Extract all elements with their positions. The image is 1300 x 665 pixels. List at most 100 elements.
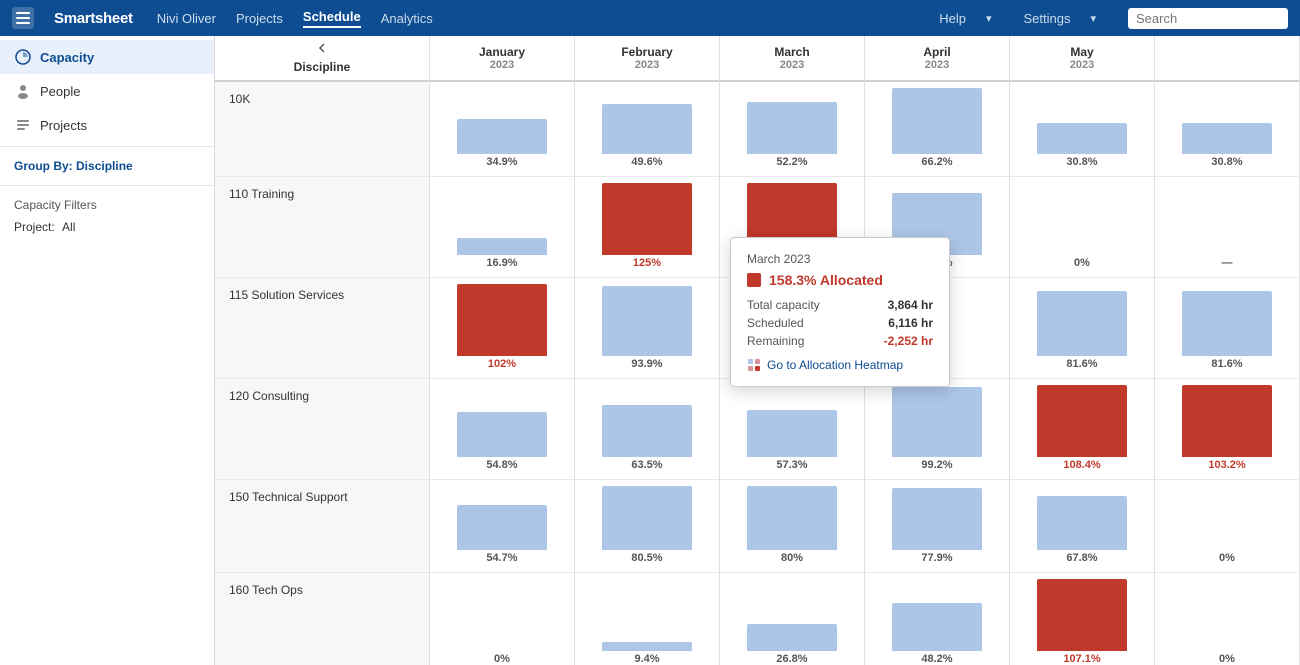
- help-chevron-icon: ▾: [986, 12, 992, 25]
- project-value: All: [62, 220, 75, 234]
- header-extra: [1155, 36, 1300, 82]
- data-cell-3-0[interactable]: 54.8%: [430, 379, 575, 480]
- pct-label-3-5: 103.2%: [1208, 459, 1245, 473]
- data-cell-4-2[interactable]: 80%: [720, 480, 865, 573]
- bar-container-5-2: [728, 579, 856, 653]
- data-cell-4-3[interactable]: 77.9%: [865, 480, 1010, 573]
- sidebar: Capacity People Projects Group By: Disci…: [0, 36, 215, 665]
- data-cell-0-2[interactable]: 52.2%: [720, 82, 865, 177]
- data-cell-1-1[interactable]: 125%: [575, 177, 720, 278]
- data-cell-4-5[interactable]: 0%: [1155, 480, 1300, 573]
- bar-container-4-2: [728, 486, 856, 552]
- pct-label-4-3: 77.9%: [921, 552, 952, 566]
- pct-label-1-4: 0%: [1074, 257, 1090, 271]
- pct-label-0-1: 49.6%: [631, 156, 662, 170]
- data-cell-0-3[interactable]: 66.2%: [865, 82, 1010, 177]
- data-cell-2-4[interactable]: 81.6%: [1010, 278, 1155, 379]
- pct-label-4-0: 54.7%: [486, 552, 517, 566]
- bar-container-4-0: [438, 486, 566, 552]
- header-month-4: May2023: [1010, 36, 1155, 82]
- sidebar-item-people[interactable]: People: [0, 74, 214, 108]
- bar-2-5: [1182, 291, 1272, 356]
- data-cell-5-4[interactable]: 107.1%: [1010, 573, 1155, 665]
- bar-3-3: [892, 387, 982, 457]
- data-cell-2-5[interactable]: 81.6%: [1155, 278, 1300, 379]
- data-cell-0-0[interactable]: 34.9%: [430, 82, 575, 177]
- nav-schedule[interactable]: Schedule: [303, 9, 361, 28]
- pct-label-4-1: 80.5%: [631, 552, 662, 566]
- data-cell-0-1[interactable]: 49.6%: [575, 82, 720, 177]
- data-cell-1-2[interactable]: 158.3% March 2023 158.3% Allocated Total…: [720, 177, 865, 278]
- bar-4-2: [747, 486, 837, 550]
- tooltip-key-total: Total capacity: [747, 298, 820, 312]
- data-cell-2-1[interactable]: 93.9%: [575, 278, 720, 379]
- data-cell-5-1[interactable]: 9.4%: [575, 573, 720, 665]
- settings-button[interactable]: Settings: [1023, 11, 1070, 26]
- bar-container-4-4: [1018, 486, 1146, 552]
- settings-chevron-icon: ▾: [1090, 12, 1096, 25]
- group-by: Group By: Discipline: [0, 151, 214, 181]
- allocation-heatmap-link[interactable]: Go to Allocation Heatmap: [747, 358, 933, 372]
- bar-container-3-4: [1018, 385, 1146, 459]
- bar-container-1-0: [438, 183, 566, 257]
- bar-4-3: [892, 488, 982, 550]
- data-cell-4-4[interactable]: 67.8%: [1010, 480, 1155, 573]
- data-cell-3-1[interactable]: 63.5%: [575, 379, 720, 480]
- bar-5-2: [747, 624, 837, 651]
- data-cell-5-3[interactable]: 48.2%: [865, 573, 1010, 665]
- data-cell-4-1[interactable]: 80.5%: [575, 480, 720, 573]
- row-label-4: 150 Technical Support: [215, 480, 430, 573]
- data-cell-1-4[interactable]: 0%: [1010, 177, 1155, 278]
- bar-container-2-0: [438, 284, 566, 358]
- data-cell-5-0[interactable]: 0%: [430, 573, 575, 665]
- tooltip-pct-label: 158.3% Allocated: [769, 272, 883, 288]
- sidebar-item-capacity[interactable]: Capacity: [0, 40, 214, 74]
- nav-analytics[interactable]: Analytics: [381, 11, 433, 26]
- bar-5-1: [602, 642, 692, 651]
- month-label-4: May: [1070, 45, 1093, 59]
- tooltip-dot: [747, 273, 761, 287]
- tooltip-total-capacity: Total capacity 3,864 hr: [747, 298, 933, 312]
- back-button[interactable]: [310, 42, 334, 54]
- bar-2-1: [602, 286, 692, 356]
- logo-icon[interactable]: [12, 7, 34, 29]
- data-cell-3-5[interactable]: 103.2%: [1155, 379, 1300, 480]
- row-label-5: 160 Tech Ops: [215, 573, 430, 665]
- data-cell-5-2[interactable]: 26.8%: [720, 573, 865, 665]
- heatmap-link-label: Go to Allocation Heatmap: [767, 358, 903, 372]
- pct-label-5-0: 0%: [494, 653, 510, 665]
- pct-label-0-4: 30.8%: [1066, 156, 1097, 170]
- pct-label-4-2: 80%: [781, 552, 803, 566]
- bar-0-4: [1037, 123, 1127, 154]
- data-cell-2-0[interactable]: 102%: [430, 278, 575, 379]
- data-cell-3-2[interactable]: 57.3%: [720, 379, 865, 480]
- help-button[interactable]: Help: [939, 11, 966, 26]
- data-cell-3-4[interactable]: 108.4%: [1010, 379, 1155, 480]
- data-cell-0-5[interactable]: 30.8%: [1155, 82, 1300, 177]
- search-input[interactable]: [1128, 8, 1288, 29]
- pct-label-3-0: 54.8%: [486, 459, 517, 473]
- sidebar-item-projects[interactable]: Projects: [0, 108, 214, 142]
- pct-label-1-0: 16.9%: [486, 257, 517, 271]
- data-cell-3-3[interactable]: 99.2%: [865, 379, 1010, 480]
- tooltip-key-sched: Scheduled: [747, 316, 804, 330]
- data-cell-5-5[interactable]: 0%: [1155, 573, 1300, 665]
- nav-projects[interactable]: Projects: [236, 11, 283, 26]
- data-cell-0-4[interactable]: 30.8%: [1010, 82, 1155, 177]
- capacity-filters-label[interactable]: Capacity Filters: [0, 190, 214, 216]
- pct-label-0-3: 66.2%: [921, 156, 952, 170]
- main-layout: Capacity People Projects Group By: Disci…: [0, 36, 1300, 665]
- bar-3-2: [747, 410, 837, 457]
- data-cell-1-0[interactable]: 16.9%: [430, 177, 575, 278]
- bar-3-5: [1182, 385, 1272, 457]
- row-label-1: 110 Training: [215, 177, 430, 278]
- main-content: Discipline January2023February2023March2…: [215, 36, 1300, 665]
- brand-name[interactable]: Smartsheet: [54, 10, 133, 27]
- user-name[interactable]: Nivi Oliver: [157, 11, 216, 26]
- bar-container-5-5: [1163, 579, 1291, 653]
- data-cell-1-5[interactable]: —: [1155, 177, 1300, 278]
- project-all: Project: All: [0, 216, 214, 242]
- pct-label-0-2: 52.2%: [776, 156, 807, 170]
- data-cell-4-0[interactable]: 54.7%: [430, 480, 575, 573]
- bar-0-0: [457, 119, 547, 154]
